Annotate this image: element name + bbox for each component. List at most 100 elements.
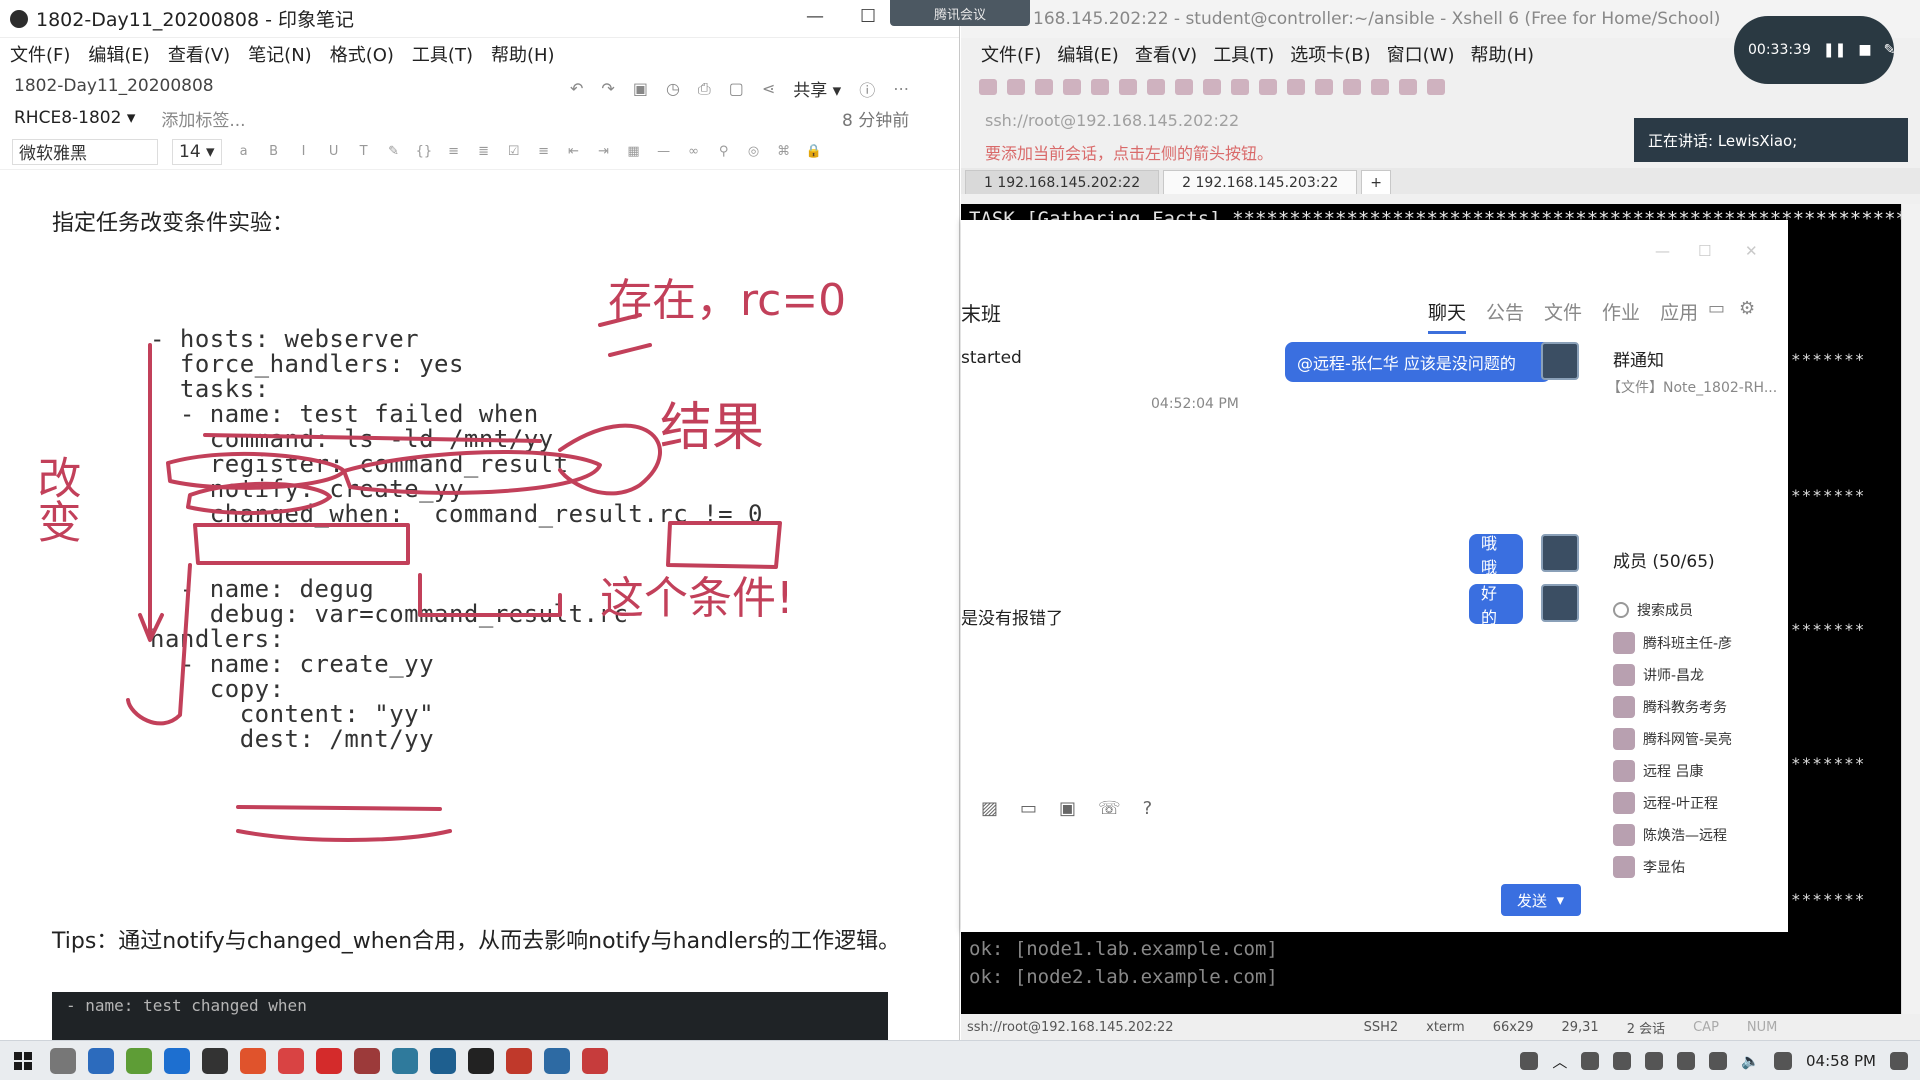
session-tab-1[interactable]: 1 192.168.145.202:22 — [965, 170, 1160, 194]
taskbar-app-icon[interactable] — [468, 1047, 494, 1074]
chat-tab-chat[interactable]: 聊天 — [1428, 298, 1467, 334]
indent-icon[interactable]: ⇤ — [566, 144, 582, 159]
more-icon[interactable]: ⋯ — [893, 79, 909, 98]
new-session-icon[interactable] — [979, 79, 997, 95]
color-scheme-icon[interactable] — [1203, 79, 1221, 95]
print-icon[interactable] — [1175, 79, 1193, 95]
chat-tab-notice[interactable]: 公告 — [1486, 298, 1524, 334]
taskbar-app-icon[interactable] — [544, 1047, 570, 1074]
folder-icon[interactable]: ▭ — [1020, 798, 1037, 819]
xmenu-window[interactable]: 窗口(W) — [1387, 41, 1455, 67]
member-item[interactable]: 李显佑 — [1613, 856, 1685, 878]
maximize-icon[interactable]: ☐ — [860, 6, 876, 27]
member-item[interactable]: 远程 吕康 — [1613, 760, 1703, 782]
menu-format[interactable]: 格式(O) — [330, 41, 394, 67]
record-icon[interactable]: ◎ — [746, 144, 762, 159]
member-search[interactable]: 搜索成员 — [1613, 600, 1693, 620]
find-icon[interactable] — [1147, 79, 1165, 95]
reconnect-icon[interactable] — [1035, 79, 1053, 95]
link-icon[interactable]: ∞ — [686, 144, 702, 159]
chat-tab-homework[interactable]: 作业 — [1602, 298, 1640, 334]
menu-file[interactable]: 文件(F) — [10, 41, 70, 67]
strikethrough-icon[interactable]: T — [356, 144, 372, 159]
chat-icon[interactable]: ▢ — [729, 79, 744, 98]
undo-icon[interactable]: ↶ — [570, 79, 583, 98]
menu-tools[interactable]: 工具(T) — [412, 41, 473, 67]
member-item[interactable]: 腾科网管-吴亮 — [1613, 728, 1732, 750]
member-item[interactable]: 腾科教务考务 — [1613, 696, 1727, 718]
note-editor[interactable]: 指定任务改变条件实验： - hosts: webserver force_han… — [0, 195, 959, 1040]
menu-help[interactable]: 帮助(H) — [491, 41, 555, 67]
help-icon[interactable] — [1427, 79, 1445, 95]
user-avatar[interactable] — [1541, 342, 1579, 380]
chat-close-icon[interactable]: ✕ — [1745, 242, 1758, 260]
stop-icon[interactable]: ■ — [1858, 42, 1871, 58]
network-icon[interactable] — [1709, 1052, 1728, 1070]
share-button[interactable]: 共享 ▾ — [793, 76, 841, 101]
xmenu-view[interactable]: 查看(V) — [1135, 41, 1197, 67]
image-icon[interactable]: ▨ — [981, 798, 998, 819]
lock-icon[interactable] — [1315, 79, 1333, 95]
send-button[interactable]: 发送 ▾ — [1501, 884, 1581, 916]
xmenu-tools[interactable]: 工具(T) — [1213, 41, 1274, 67]
taskbar-app-icon[interactable] — [278, 1047, 304, 1074]
tray-help-icon[interactable] — [1520, 1052, 1539, 1070]
taskbar-app-icon[interactable] — [88, 1047, 114, 1074]
taskbar-app-icon[interactable] — [582, 1047, 608, 1074]
disconnect-icon[interactable] — [1063, 79, 1081, 95]
bold-icon[interactable]: B — [266, 144, 282, 159]
notification-icon[interactable] — [1890, 1052, 1908, 1070]
share-network-icon[interactable]: ⋖ — [762, 79, 775, 98]
font-size-select[interactable]: 14 ▾ — [172, 138, 222, 165]
member-item[interactable]: 远程-叶正程 — [1613, 792, 1718, 814]
outdent-icon[interactable]: ⇥ — [596, 144, 612, 159]
xmenu-file[interactable]: 文件(F) — [981, 41, 1041, 67]
menu-note[interactable]: 笔记(N) — [248, 41, 312, 67]
chat-maximize-icon[interactable]: ☐ — [1698, 242, 1711, 260]
font-family-select[interactable]: 微软雅黑 — [12, 138, 158, 165]
firefox-icon[interactable] — [240, 1047, 266, 1074]
taskbar-clock[interactable]: 04:58 PM — [1806, 1052, 1876, 1070]
italic-icon[interactable]: I — [296, 144, 312, 159]
tray-app-icon[interactable] — [1645, 1052, 1664, 1070]
menu-view[interactable]: 查看(V) — [168, 41, 230, 67]
tray-app-icon[interactable] — [1581, 1052, 1600, 1070]
task-view-icon[interactable] — [50, 1047, 76, 1074]
info-icon[interactable]: ⓘ — [859, 77, 875, 101]
table-icon[interactable]: ▦ — [626, 144, 642, 159]
microphone-icon[interactable] — [1677, 1052, 1696, 1070]
notebook-selector[interactable]: RHCE8-1802 ▾ — [14, 108, 135, 128]
xmenu-tabs[interactable]: 选项卡(B) — [1290, 41, 1370, 67]
member-item[interactable]: 讲师-昌龙 — [1613, 664, 1704, 686]
ime-icon[interactable] — [1774, 1052, 1793, 1070]
chat-tab-files[interactable]: 文件 — [1544, 298, 1582, 334]
taskbar-app-icon[interactable] — [430, 1047, 456, 1074]
group-notice-file[interactable]: 【文件】Note_1802-RH... — [1607, 377, 1777, 397]
redo-icon[interactable]: ↷ — [601, 79, 614, 98]
presentation-icon[interactable]: ▣ — [633, 79, 648, 98]
member-item[interactable]: 腾科班主任-彦 — [1613, 632, 1732, 654]
highlight-icon[interactable]: ✎ — [386, 144, 402, 159]
taskbar-app-icon[interactable] — [126, 1047, 152, 1074]
text-color-icon[interactable]: a — [236, 144, 252, 159]
xshell-taskbar-icon[interactable] — [506, 1047, 532, 1074]
taskbar-app-icon[interactable] — [316, 1047, 342, 1074]
align-icon[interactable]: ≡ — [536, 144, 552, 159]
divider-icon[interactable]: — — [656, 144, 672, 159]
screen-share-icon[interactable]: ▭ — [1708, 298, 1725, 319]
minimize-icon[interactable]: — — [806, 6, 824, 27]
taskbar-app-icon[interactable] — [202, 1047, 228, 1074]
volume-icon[interactable]: 🔈 — [1741, 1052, 1760, 1070]
tray-app-icon[interactable] — [1613, 1052, 1632, 1070]
windows-start-icon[interactable] — [8, 1046, 38, 1076]
tencent-meeting-tab[interactable]: 腾讯会议 — [890, 0, 1030, 26]
xmenu-edit[interactable]: 编辑(E) — [1057, 41, 1118, 67]
script-icon[interactable] — [1371, 79, 1389, 95]
terminal-scrollbar[interactable] — [1901, 204, 1920, 1014]
taskbar-app-icon[interactable] — [392, 1047, 418, 1074]
edge-browser-icon[interactable] — [164, 1047, 190, 1074]
xmenu-help[interactable]: 帮助(H) — [1470, 41, 1534, 67]
chevron-up-icon[interactable]: ︿ — [1552, 1051, 1567, 1072]
code-icon[interactable]: {} — [416, 144, 433, 159]
bullet-list-icon[interactable]: ≡ — [446, 144, 462, 159]
